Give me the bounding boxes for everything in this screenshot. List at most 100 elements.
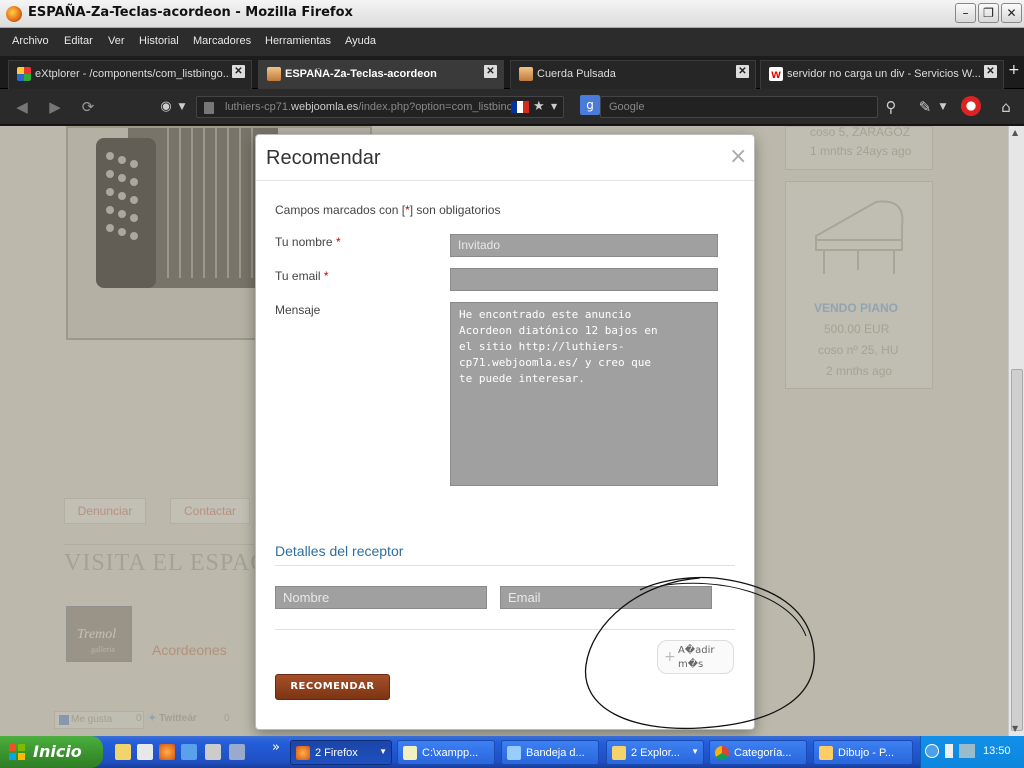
menu-historial[interactable]: Historial: [139, 35, 179, 47]
tab-label: eXtplorer - /components/com_listbingo...: [35, 68, 230, 80]
message-textarea[interactable]: He encontrado este anuncio Acordeon diat…: [450, 302, 718, 486]
menu-ver[interactable]: Ver: [108, 35, 125, 47]
close-tab-icon[interactable]: ✕: [484, 65, 497, 78]
tab-label: Cuerda Pulsada: [537, 68, 616, 80]
menu-archivo[interactable]: Archivo: [12, 35, 49, 47]
minimize-button[interactable]: –: [955, 3, 976, 23]
tab-cuerda-pulsada[interactable]: Cuerda Pulsada ✕: [510, 60, 756, 89]
start-label: Inicio: [33, 742, 82, 761]
search-placeholder: Google: [609, 101, 645, 113]
menu-bar: Archivo Editar Ver Historial Marcadores …: [0, 28, 1024, 56]
address-bar[interactable]: luthiers-cp71.webjoomla.es/index.php?opt…: [196, 96, 564, 118]
chevron-left-icon[interactable]: [925, 744, 939, 758]
divider: [275, 629, 735, 630]
chrome-icon: [715, 746, 729, 760]
add-more-button[interactable]: + A�adir m�s: [657, 640, 734, 674]
guitar-icon: [519, 67, 533, 81]
scroll-down-icon[interactable]: ▼: [1012, 724, 1018, 733]
taskbar-xampp[interactable]: C:\xampp...: [397, 740, 495, 765]
taskbar-dibujo[interactable]: Dibujo - P...: [813, 740, 913, 765]
close-window-button[interactable]: ✕: [1001, 3, 1022, 23]
modal-title: Recomendar: [266, 147, 381, 169]
taskbar-label: C:\xampp...: [422, 747, 479, 759]
taskbar-label: 2 Firefox: [315, 747, 358, 759]
page-scrollbar[interactable]: ▲ ▼: [1008, 126, 1024, 736]
close-tab-icon[interactable]: ✕: [736, 65, 749, 78]
tab-extplorer[interactable]: eXtplorer - /components/com_listbingo...…: [8, 60, 252, 89]
close-tab-icon[interactable]: ✕: [984, 65, 997, 78]
chevron-down-icon[interactable]: ▼: [551, 102, 557, 111]
usb-icon[interactable]: [945, 744, 953, 758]
recipient-name-input[interactable]: Nombre: [275, 586, 487, 609]
tab-servidor-no-carga[interactable]: w servidor no carga un div - Servicios W…: [760, 60, 1004, 89]
google-search-engine-icon[interactable]: g: [580, 95, 600, 115]
menu-editar[interactable]: Editar: [64, 35, 93, 47]
scroll-up-icon[interactable]: ▲: [1012, 128, 1018, 137]
menu-marcadores[interactable]: Marcadores: [193, 35, 251, 47]
add-more-label: A�adir m�s: [678, 645, 715, 670]
taskbar-label: Categoría...: [734, 747, 792, 759]
email-label: Tu email *: [275, 269, 329, 283]
taskbar-categoria[interactable]: Categoría...: [709, 740, 807, 765]
recommend-modal: Recomendar × Campos marcados con [*] son…: [255, 134, 755, 730]
close-tab-icon[interactable]: ✕: [232, 65, 245, 78]
firefox-icon: [296, 746, 310, 760]
new-tab-icon[interactable]: +: [1008, 62, 1020, 78]
speech-bubble-icon[interactable]: ◉: [155, 97, 177, 117]
start-button[interactable]: Inicio: [0, 736, 103, 768]
recommend-submit-button[interactable]: RECOMENDAR: [275, 674, 390, 700]
recipient-email-input[interactable]: Email: [500, 586, 712, 609]
chevron-down-icon[interactable]: ▼: [937, 97, 949, 117]
star-icon[interactable]: ★: [533, 99, 545, 114]
close-icon[interactable]: ×: [729, 146, 747, 168]
taskbar-explorer[interactable]: 2 Explor... ▼: [606, 740, 704, 765]
france-flag-icon: [511, 101, 529, 113]
reload-icon[interactable]: ⟳: [77, 97, 99, 117]
calculator-icon[interactable]: [205, 744, 221, 760]
chevron-down-icon[interactable]: ▼: [176, 97, 188, 117]
menu-herramientas[interactable]: Herramientas: [265, 35, 331, 47]
folder-icon[interactable]: [115, 744, 131, 760]
home-icon[interactable]: ⌂: [995, 97, 1017, 117]
tab-espana-za-teclas[interactable]: ESPAÑA-Za-Teclas-acordeon ✕: [258, 60, 504, 89]
chevron-down-icon: ▼: [379, 747, 387, 756]
taskbar-firefox[interactable]: 2 Firefox ▼: [290, 740, 392, 765]
paint-icon: [819, 746, 833, 760]
tab-label: ESPAÑA-Za-Teclas-acordeon: [285, 68, 437, 80]
back-icon[interactable]: ◀: [11, 97, 33, 117]
outlook-icon[interactable]: [229, 744, 245, 760]
url-text: luthiers-cp71.webjoomla.es/index.php?opt…: [225, 101, 513, 113]
taskbar-bandeja[interactable]: Bandeja d...: [501, 740, 599, 765]
ie-icon[interactable]: [181, 744, 197, 760]
window-titlebar[interactable]: ESPAÑA-Za-Teclas-acordeon - Mozilla Fire…: [0, 0, 1024, 28]
name-label: Tu nombre *: [275, 235, 341, 249]
w-site-icon: w: [769, 67, 783, 81]
pen-icon[interactable]: ✎: [914, 97, 936, 117]
page-icon: [204, 102, 214, 114]
stop-addon-icon[interactable]: [961, 96, 981, 116]
window-title: ESPAÑA-Za-Teclas-acordeon - Mozilla Fire…: [28, 5, 353, 20]
windows-taskbar: Inicio » 2 Firefox ▼ C:\xampp... Bandeja …: [0, 736, 1024, 768]
name-input[interactable]: Invitado: [450, 234, 718, 257]
message-label: Mensaje: [275, 303, 321, 317]
email-input[interactable]: [450, 268, 718, 291]
chevron-down-icon: ▼: [691, 747, 699, 756]
guitar-icon: [267, 67, 281, 81]
tab-label: servidor no carga un div - Servicios W..…: [787, 68, 981, 80]
taskbar-label: 2 Explor...: [631, 747, 680, 759]
required-note: Campos marcados con [*] son obligatorios: [275, 203, 501, 217]
taskbar-label: Bandeja d...: [526, 747, 585, 759]
forward-icon[interactable]: ▶: [44, 97, 66, 117]
search-bar[interactable]: Google: [600, 96, 878, 118]
explorer-icon[interactable]: [137, 744, 153, 760]
chevron-right-icon[interactable]: »: [272, 740, 280, 755]
network-icon[interactable]: [959, 744, 975, 758]
scrollbar-thumb[interactable]: [1011, 369, 1023, 731]
joomla-icon: [17, 67, 31, 81]
windows-logo-icon: [9, 744, 25, 760]
restore-button[interactable]: ❐: [978, 3, 999, 23]
menu-ayuda[interactable]: Ayuda: [345, 35, 376, 47]
clock: 13:50: [983, 745, 1011, 757]
firefox-icon[interactable]: [159, 744, 175, 760]
search-icon[interactable]: ⚲: [880, 97, 902, 117]
